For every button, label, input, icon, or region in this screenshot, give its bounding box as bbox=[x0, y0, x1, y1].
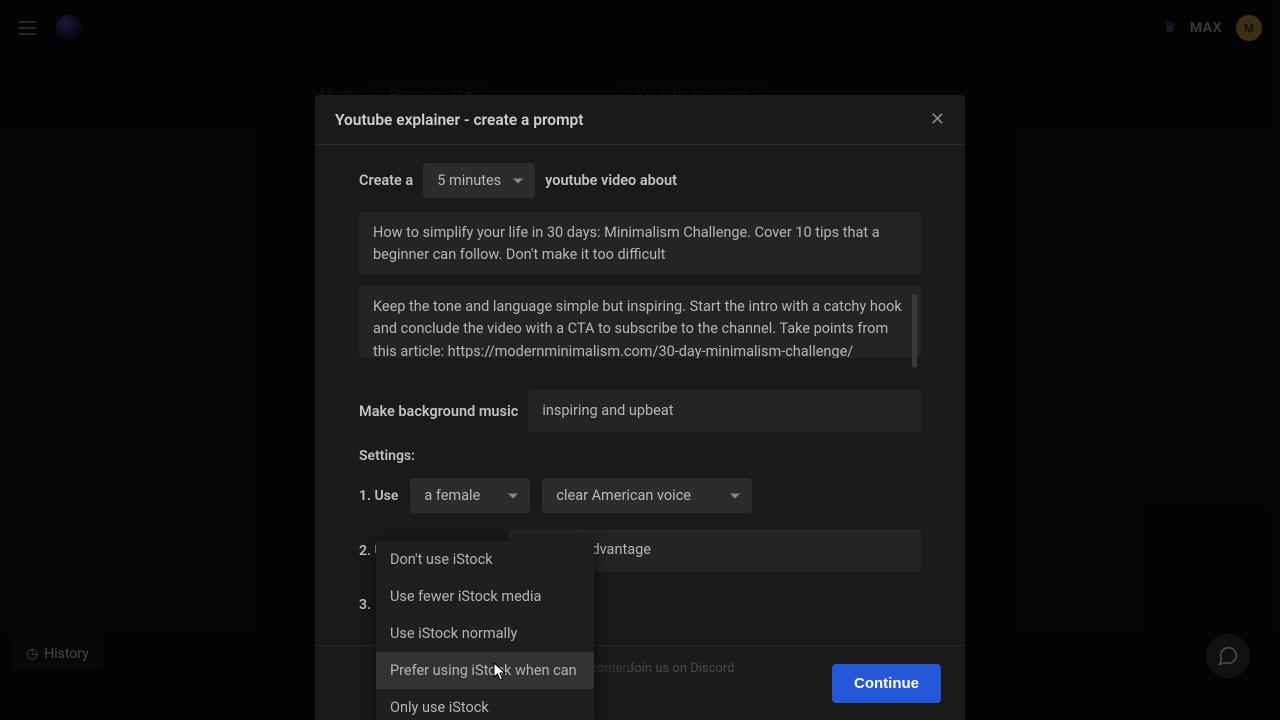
setting-3-label: 3. bbox=[359, 597, 371, 613]
setting-1-label: 1. Use bbox=[359, 488, 398, 504]
istock-option[interactable]: Use fewer iStock media bbox=[376, 578, 594, 615]
clock-icon: ◷ bbox=[26, 646, 38, 662]
history-button[interactable]: ◷ History bbox=[12, 638, 103, 670]
voice-gender-select[interactable]: a female bbox=[410, 478, 530, 513]
bgmusic-input[interactable] bbox=[528, 390, 921, 432]
chevron-down-icon bbox=[508, 493, 518, 498]
chat-fab[interactable] bbox=[1206, 634, 1250, 678]
video-about-label: youtube video about bbox=[545, 172, 677, 189]
topic-textarea[interactable] bbox=[359, 212, 921, 274]
chevron-down-icon bbox=[730, 493, 740, 498]
modal-title: Youtube explainer - create a prompt bbox=[335, 111, 583, 129]
istock-option[interactable]: Prefer using iStock when can bbox=[376, 652, 594, 689]
duration-value: 5 minutes bbox=[437, 172, 501, 189]
chevron-down-icon bbox=[513, 178, 523, 183]
instructions-textarea[interactable] bbox=[359, 286, 921, 358]
bgmusic-label: Make background music bbox=[359, 403, 518, 420]
duration-select[interactable]: 5 minutes bbox=[423, 163, 535, 198]
close-icon[interactable]: ✕ bbox=[930, 109, 945, 130]
create-a-label: Create a bbox=[359, 172, 413, 189]
settings-heading: Settings: bbox=[359, 448, 921, 464]
istock-option[interactable]: Only use iStock bbox=[376, 689, 594, 720]
continue-button[interactable]: Continue bbox=[832, 664, 941, 703]
voice-accent-select[interactable]: clear American voice bbox=[542, 478, 752, 513]
istock-option[interactable]: Don't use iStock bbox=[376, 541, 594, 578]
discord-link[interactable]: content. Join us on Discord bbox=[600, 661, 734, 676]
istock-dropdown: Don't use iStock Use fewer iStock media … bbox=[376, 541, 594, 720]
istock-option[interactable]: Use iStock normally bbox=[376, 615, 594, 652]
